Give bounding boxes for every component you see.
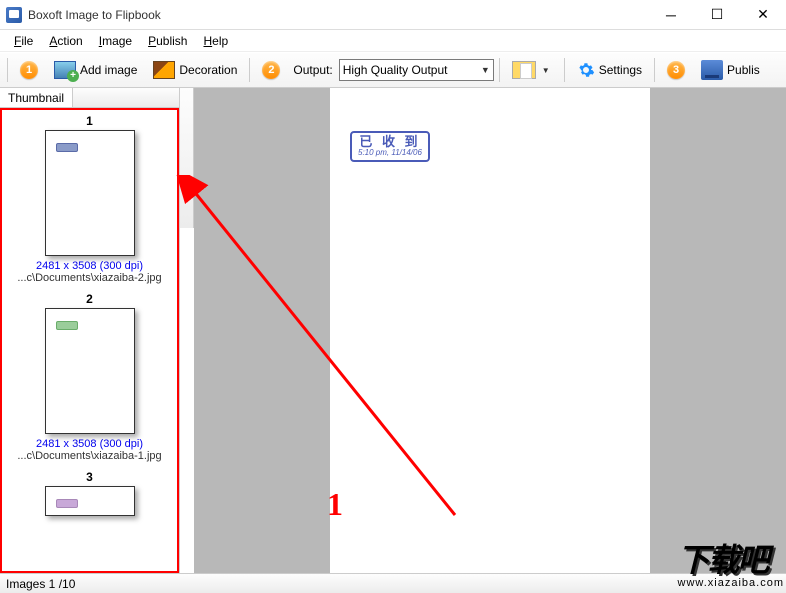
output-label: Output: <box>289 63 336 77</box>
list-item[interactable]: 1 2481 x 3508 (300 dpi) ...c\Documents\x… <box>2 110 177 288</box>
step3-badge-icon: 3 <box>667 61 685 79</box>
decoration-label: Decoration <box>179 63 237 77</box>
thumb-path: ...c\Documents\xiazaiba-2.jpg <box>2 272 177 284</box>
page-preview[interactable]: 已 收 到 5:10 pm, 11/14/06 <box>330 88 650 573</box>
titlebar: Boxoft Image to Flipbook ─ ☐ ✕ <box>0 0 786 30</box>
menubar: File Action Image Publish Help <box>0 30 786 52</box>
close-button[interactable]: ✕ <box>740 0 786 29</box>
content-area: Thumbnail 1 2481 x 3508 (300 dpi) ...c\D… <box>0 88 786 573</box>
list-item[interactable]: 2 2481 x 3508 (300 dpi) ...c\Documents\x… <box>2 288 177 466</box>
toolbar: 1 Add image Decoration 2 Output: High Qu… <box>0 52 786 88</box>
page-preview-button[interactable]: ▼ <box>505 57 559 83</box>
dropdown-arrow-icon: ▼ <box>481 65 490 75</box>
step1-indicator: 1 <box>13 57 45 83</box>
thumb-preview <box>45 308 135 434</box>
statusbar: Images 1 /10 <box>0 573 786 593</box>
thumb-number: 2 <box>2 292 177 306</box>
add-image-icon <box>54 61 76 79</box>
document-stamp: 已 收 到 5:10 pm, 11/14/06 <box>350 131 430 162</box>
stamp-icon <box>56 143 78 152</box>
menu-image[interactable]: Image <box>91 32 140 50</box>
add-image-label: Add image <box>80 63 137 77</box>
settings-button[interactable]: Settings <box>570 57 649 83</box>
step1-badge-icon: 1 <box>20 61 38 79</box>
thumb-number: 1 <box>2 114 177 128</box>
add-image-button[interactable]: Add image <box>47 57 144 83</box>
thumbnail-panel: Thumbnail 1 2481 x 3508 (300 dpi) ...c\D… <box>0 88 180 573</box>
publish-button[interactable]: Publis <box>694 56 767 84</box>
panel-resize-handle[interactable] <box>180 88 194 228</box>
thumb-path: ...c\Documents\xiazaiba-1.jpg <box>2 450 177 462</box>
decoration-button[interactable]: Decoration <box>146 57 244 83</box>
decoration-icon <box>153 61 175 79</box>
thumb-preview <box>45 486 135 516</box>
page-margin <box>205 88 330 573</box>
thumb-number: 3 <box>2 470 177 484</box>
menu-action[interactable]: Action <box>41 32 90 50</box>
settings-label: Settings <box>599 63 642 77</box>
stamp-icon <box>56 321 78 330</box>
window-title: Boxoft Image to Flipbook <box>28 8 648 22</box>
publish-label: Publis <box>727 63 760 77</box>
page-preview-icon <box>512 61 536 79</box>
maximize-button[interactable]: ☐ <box>694 0 740 29</box>
gear-icon <box>577 61 595 79</box>
preview-area: 已 收 到 5:10 pm, 11/14/06 <box>194 88 786 573</box>
menu-file[interactable]: File <box>6 32 41 50</box>
minimize-button[interactable]: ─ <box>648 0 694 29</box>
window-controls: ─ ☐ ✕ <box>648 0 786 29</box>
output-value: High Quality Output <box>343 63 448 77</box>
step2-badge-icon: 2 <box>262 61 280 79</box>
book-icon <box>701 60 723 80</box>
thumb-preview <box>45 130 135 256</box>
step3-indicator: 3 <box>660 57 692 83</box>
thumb-dimensions: 2481 x 3508 (300 dpi) <box>2 438 177 450</box>
stamp-sub-text: 5:10 pm, 11/14/06 <box>358 149 422 158</box>
menu-publish[interactable]: Publish <box>140 32 195 50</box>
page-margin <box>650 88 775 573</box>
menu-help[interactable]: Help <box>195 32 236 50</box>
chevron-down-icon: ▼ <box>540 66 552 75</box>
status-text: Images 1 /10 <box>6 577 75 591</box>
thumbnail-tab[interactable]: Thumbnail <box>0 88 73 107</box>
output-select[interactable]: High Quality Output ▼ <box>339 59 494 81</box>
thumb-dimensions: 2481 x 3508 (300 dpi) <box>2 260 177 272</box>
list-item[interactable]: 3 <box>2 466 177 524</box>
stamp-icon <box>56 499 78 508</box>
app-icon <box>6 7 22 23</box>
thumbnail-header: Thumbnail <box>0 88 179 108</box>
thumbnail-list[interactable]: 1 2481 x 3508 (300 dpi) ...c\Documents\x… <box>0 108 179 573</box>
stamp-main-text: 已 收 到 <box>358 135 422 149</box>
step2-indicator: 2 <box>255 57 287 83</box>
